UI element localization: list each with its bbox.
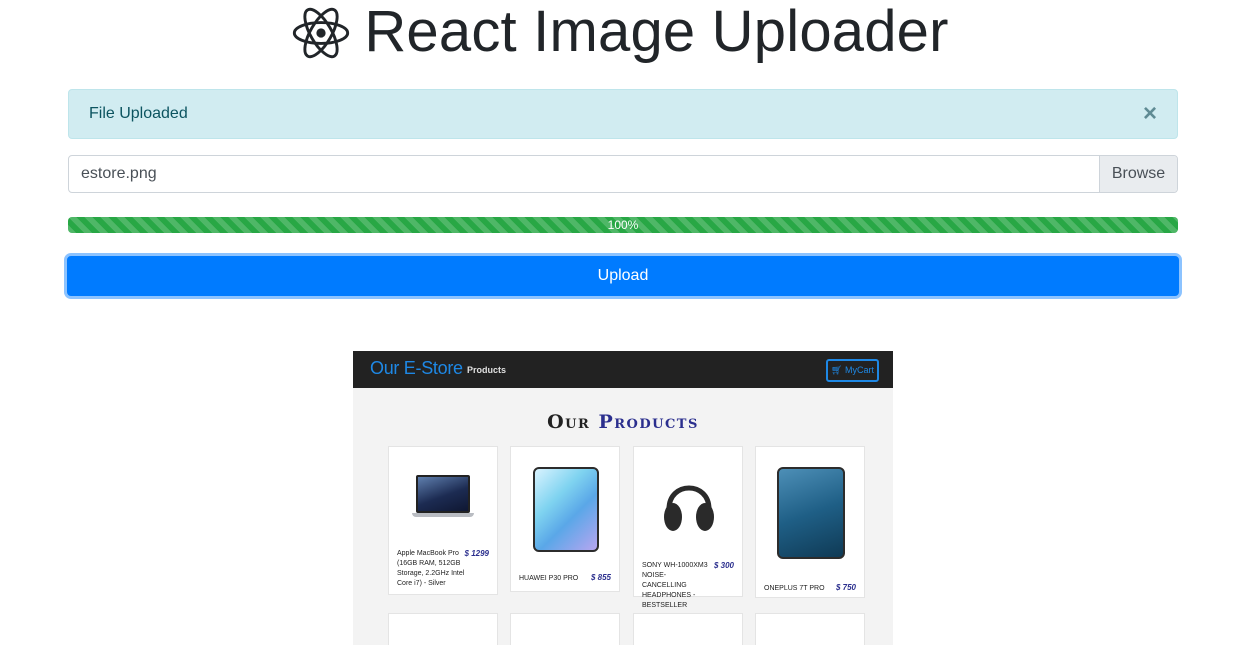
phone-image	[533, 467, 599, 552]
preview-heading-word1: Our	[547, 411, 591, 433]
close-icon[interactable]: ×	[1143, 90, 1157, 138]
preview-brand: Our E-Store	[370, 358, 463, 378]
preview-product-price: $ 1299	[464, 549, 489, 558]
upload-success-alert: File Uploaded ×	[68, 89, 1178, 139]
preview-nav-products: Products	[467, 365, 507, 375]
preview-product-card: SONY WH-1000XM3 NOISE-CANCELLING HEADPHO…	[633, 446, 743, 609]
page-header: React Image Uploader	[0, 0, 1241, 64]
preview-product-name: ONEPLUS 7T PRO	[764, 585, 825, 592]
phone-image	[777, 467, 845, 559]
preview-product-card	[388, 613, 498, 645]
preview-product-card: HUAWEI P30 PRO $ 855	[510, 446, 620, 592]
preview-product-card	[755, 613, 865, 645]
preview-navbar: Our E-Store Products 🛒︎ MyCart	[353, 351, 893, 388]
preview-product-name: Apple MacBook Pro (16GB RAM, 512GB Stora…	[397, 550, 465, 587]
preview-product-price: $ 300	[713, 561, 734, 570]
alert-message: File Uploaded	[89, 105, 188, 122]
page-title: React Image Uploader	[364, 0, 949, 64]
uploaded-image-preview: Our E-Store Products 🛒︎ MyCart Our Produ…	[353, 351, 893, 645]
preview-product-name: HUAWEI P30 PRO	[519, 575, 579, 582]
progress-label: 100%	[607, 218, 639, 232]
preview-cart-label: MyCart	[844, 365, 874, 375]
preview-product-card	[633, 613, 743, 645]
cart-icon: 🛒︎	[831, 365, 843, 375]
preview-product-price: $ 750	[835, 583, 856, 592]
progress-bar-fill: 100%	[68, 217, 1178, 233]
laptop-image	[412, 475, 474, 519]
preview-product-name: SONY WH-1000XM3 NOISE-CANCELLING HEADPHO…	[642, 562, 708, 609]
preview-heading-word2: Products	[598, 411, 699, 433]
preview-product-card	[510, 613, 620, 645]
browse-button[interactable]: Browse	[1099, 156, 1177, 192]
preview-product-price: $ 855	[590, 573, 611, 582]
react-atom-icon	[293, 7, 350, 59]
file-input[interactable]: estore.png Browse	[68, 155, 1178, 193]
file-name-label[interactable]: estore.png	[69, 156, 1099, 192]
preview-cart-button: 🛒︎ MyCart	[826, 359, 879, 382]
preview-product-card: ONEPLUS 7T PRO $ 750	[755, 446, 865, 598]
upload-progress: 100%	[68, 217, 1178, 233]
preview-product-card: Apple MacBook Pro (16GB RAM, 512GB Stora…	[388, 446, 498, 595]
upload-button[interactable]: Upload	[67, 256, 1179, 296]
preview-heading: Our Products	[353, 411, 893, 433]
headphones-image	[664, 485, 714, 531]
